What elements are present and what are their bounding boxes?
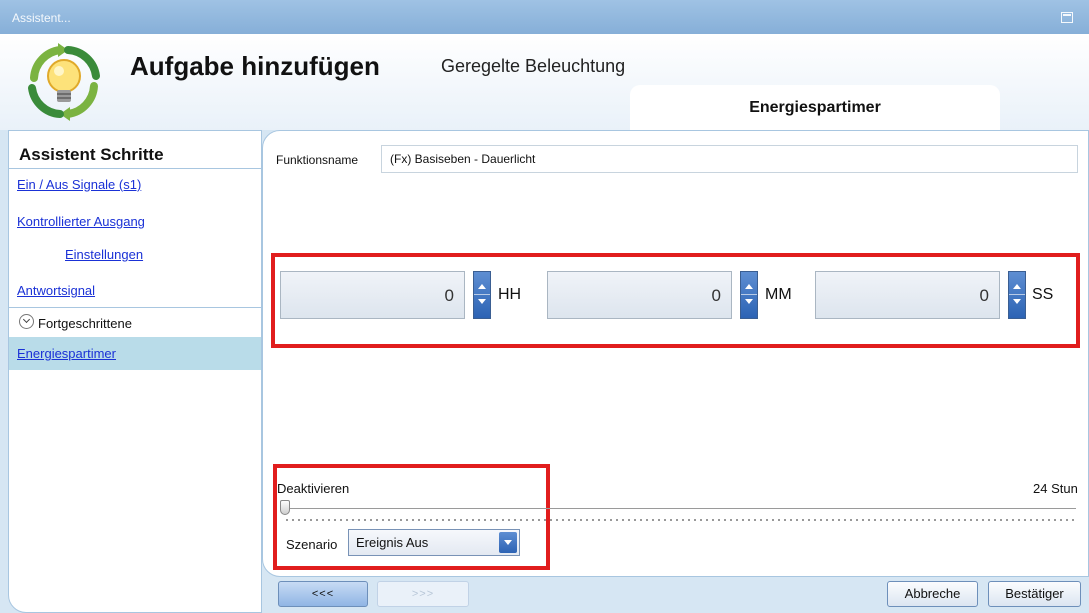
minutes-unit-label: MM xyxy=(765,286,792,303)
wizard-steps-sidebar: Assistent Schritte Ein / Aus Signale (s1… xyxy=(8,130,262,613)
page-subtitle: Geregelte Beleuchtung xyxy=(441,56,626,76)
chevron-down-icon[interactable] xyxy=(499,532,517,553)
header: Aufgabe hinzufügen Geregelte Beleuchtung… xyxy=(0,34,1089,130)
sidebar-section-label: Fortgeschrittene xyxy=(38,316,132,331)
window-title: Assistent... xyxy=(12,11,71,25)
cancel-button[interactable]: Abbreche xyxy=(887,581,978,607)
scenario-select[interactable]: Ereignis Aus xyxy=(348,529,520,556)
minutes-spinner[interactable] xyxy=(740,271,758,319)
timer-slider-thumb[interactable] xyxy=(280,500,290,515)
hours-input[interactable]: 0 xyxy=(280,271,465,319)
lightbulb-logo-icon xyxy=(28,43,100,121)
function-name-field[interactable]: (Fx) Basiseben - Dauerlicht xyxy=(381,145,1078,173)
back-button[interactable]: <<< xyxy=(278,581,368,607)
minutes-input[interactable]: 0 xyxy=(547,271,732,319)
hours-value: 0 xyxy=(444,286,454,305)
window-minimize-button[interactable] xyxy=(1061,12,1073,23)
next-button[interactable]: >>> xyxy=(377,581,469,607)
slider-ticks xyxy=(284,519,1076,521)
slider-max-label: 24 Stun xyxy=(1033,481,1078,496)
main-panel xyxy=(262,130,1089,577)
sidebar-divider xyxy=(9,168,261,169)
title-bar: Assistent... xyxy=(0,0,1089,34)
spin-up-icon[interactable] xyxy=(745,284,753,289)
seconds-unit-label: SS xyxy=(1032,286,1054,303)
hours-spinner[interactable] xyxy=(473,271,491,319)
tab-energiespartimer[interactable]: Energiespartimer xyxy=(630,85,1000,130)
sidebar-divider xyxy=(9,307,261,308)
spin-down-icon[interactable] xyxy=(1013,299,1021,304)
seconds-spinner[interactable] xyxy=(1008,271,1026,319)
spin-down-icon[interactable] xyxy=(478,299,486,304)
scenario-label: Szenario xyxy=(286,537,338,552)
spin-down-icon[interactable] xyxy=(745,299,753,304)
sidebar-item-einstellungen[interactable]: Einstellungen xyxy=(65,247,143,262)
sidebar-item-antwortsignal[interactable]: Antwortsignal xyxy=(17,283,95,298)
spin-up-icon[interactable] xyxy=(1013,284,1021,289)
function-name-label: Funktionsname xyxy=(276,153,359,167)
hours-unit-label: HH xyxy=(498,286,522,303)
timer-slider-track[interactable] xyxy=(280,508,1076,509)
sidebar-item-label[interactable]: Energiespartimer xyxy=(17,346,116,361)
seconds-input[interactable]: 0 xyxy=(815,271,1000,319)
sidebar-section-fortgeschrittene[interactable]: Fortgeschrittene xyxy=(9,314,261,337)
sidebar-item-kontrollierter-ausgang[interactable]: Kontrollierter Ausgang xyxy=(17,214,145,229)
sidebar-item-energiespartimer[interactable]: Energiespartimer xyxy=(9,337,261,370)
chevron-down-icon[interactable] xyxy=(19,314,34,329)
sidebar-item-ein-aus-signale[interactable]: Ein / Aus Signale (s1) xyxy=(17,177,141,192)
minutes-value: 0 xyxy=(711,286,721,305)
slider-min-label: Deaktivieren xyxy=(277,481,350,496)
spin-up-icon[interactable] xyxy=(478,284,486,289)
scenario-value: Ereignis Aus xyxy=(356,535,429,550)
seconds-value: 0 xyxy=(979,286,989,305)
confirm-button[interactable]: Bestätiger xyxy=(988,581,1081,607)
sidebar-heading: Assistent Schritte xyxy=(19,145,164,164)
page-title: Aufgabe hinzufügen xyxy=(130,51,380,81)
